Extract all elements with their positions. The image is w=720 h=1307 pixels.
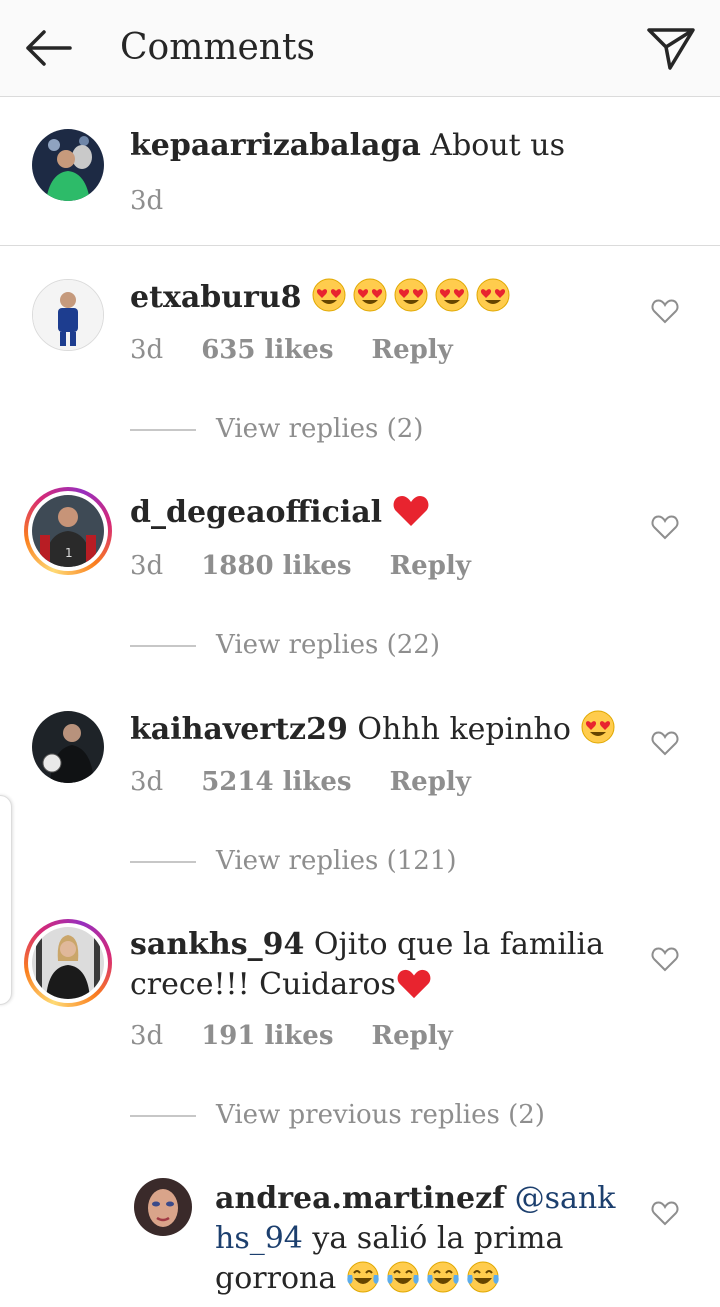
time-label: 3d xyxy=(130,186,164,216)
likes-count[interactable]: 635 likes xyxy=(201,333,333,367)
post-caption: kepaarrizabalaga About us 3d xyxy=(0,97,720,246)
view-replies-label[interactable]: View replies (22) xyxy=(216,628,440,662)
page-title: Comments xyxy=(120,27,315,68)
avatar[interactable] xyxy=(32,129,104,201)
time-label: 3d xyxy=(130,1021,164,1051)
like-heart-icon[interactable] xyxy=(651,298,679,324)
heart-eyes-icon xyxy=(581,710,615,744)
reply-text: andrea.martinezf @sankhs_94 ya salió la … xyxy=(215,1179,625,1299)
avatar[interactable] xyxy=(32,279,104,351)
avatar: 1 xyxy=(32,495,104,567)
time-label: 3d xyxy=(130,335,164,365)
like-heart-icon[interactable] xyxy=(651,730,679,756)
time-label: 3d xyxy=(130,767,164,797)
likes-count[interactable]: 1880 likes xyxy=(201,549,351,583)
reply-username[interactable]: andrea.martinezf xyxy=(215,1181,505,1216)
comment-meta: 3d 191 likes Reply xyxy=(130,1019,491,1053)
caption-body: About us xyxy=(420,128,565,163)
svg-text:1: 1 xyxy=(65,546,73,560)
tears-of-joy-icon xyxy=(347,1261,500,1293)
avatar xyxy=(32,927,104,999)
view-replies-link[interactable]: View replies (121) xyxy=(130,844,530,878)
story-ring[interactable] xyxy=(24,919,112,1007)
view-replies-link[interactable]: View replies (2) xyxy=(130,412,530,446)
comment-text: sankhs_94 Ojito que la familia crece!!! … xyxy=(130,925,630,1005)
heart-eyes-emoji-row xyxy=(311,278,511,315)
caption-time: 3d xyxy=(130,184,201,218)
top-bar: Comments xyxy=(0,0,720,97)
comment-username[interactable]: sankhs_94 xyxy=(130,927,304,962)
comment-username[interactable]: etxaburu8 xyxy=(130,280,302,315)
reply-button[interactable]: Reply xyxy=(371,1019,452,1053)
likes-count[interactable]: 5214 likes xyxy=(201,765,351,799)
comment-text: etxaburu8 xyxy=(130,277,511,318)
paper-plane-icon[interactable] xyxy=(644,22,698,74)
comment-body: Ohhh kepinho xyxy=(347,712,571,747)
view-replies-link[interactable]: View replies (22) xyxy=(130,628,530,662)
time-label: 3d xyxy=(130,551,164,581)
comment-text: d_degeaofficial xyxy=(130,493,430,533)
caption-text: kepaarrizabalaga About us xyxy=(130,126,565,166)
comment-meta: 3d 5214 likes Reply xyxy=(130,765,509,799)
comment-text: kaihavertz29 Ohhh kepinho xyxy=(130,709,616,750)
comment-meta: 3d 1880 likes Reply xyxy=(130,549,509,583)
heart-eyes-icon xyxy=(312,278,510,312)
comment-meta: 3d 635 likes Reply xyxy=(130,333,491,367)
like-heart-icon[interactable] xyxy=(651,946,679,972)
divider xyxy=(130,1115,196,1117)
divider xyxy=(130,429,196,431)
view-replies-label[interactable]: View replies (2) xyxy=(216,412,423,446)
view-replies-label[interactable]: View replies (121) xyxy=(216,844,457,878)
like-heart-icon[interactable] xyxy=(651,1200,679,1226)
view-previous-replies-link[interactable]: View previous replies (2) xyxy=(130,1098,590,1132)
back-arrow-icon[interactable] xyxy=(20,24,74,72)
like-heart-icon[interactable] xyxy=(651,514,679,540)
avatar[interactable] xyxy=(32,711,104,783)
reply-button[interactable]: Reply xyxy=(371,333,452,367)
caption-username[interactable]: kepaarrizabalaga xyxy=(130,128,421,163)
likes-count[interactable]: 191 likes xyxy=(201,1019,333,1053)
story-ring[interactable]: 1 xyxy=(24,487,112,575)
comment-username[interactable]: d_degeaofficial xyxy=(130,495,382,530)
view-replies-label[interactable]: View previous replies (2) xyxy=(216,1098,545,1132)
reply-button[interactable]: Reply xyxy=(390,765,471,799)
divider xyxy=(130,645,196,647)
red-heart-icon xyxy=(393,496,429,526)
edge-panel-handle[interactable] xyxy=(0,795,12,1005)
avatar[interactable] xyxy=(134,1178,192,1236)
comment-username[interactable]: kaihavertz29 xyxy=(130,712,348,747)
reply-button[interactable]: Reply xyxy=(390,549,471,583)
red-heart-icon xyxy=(397,969,431,999)
divider xyxy=(130,861,196,863)
